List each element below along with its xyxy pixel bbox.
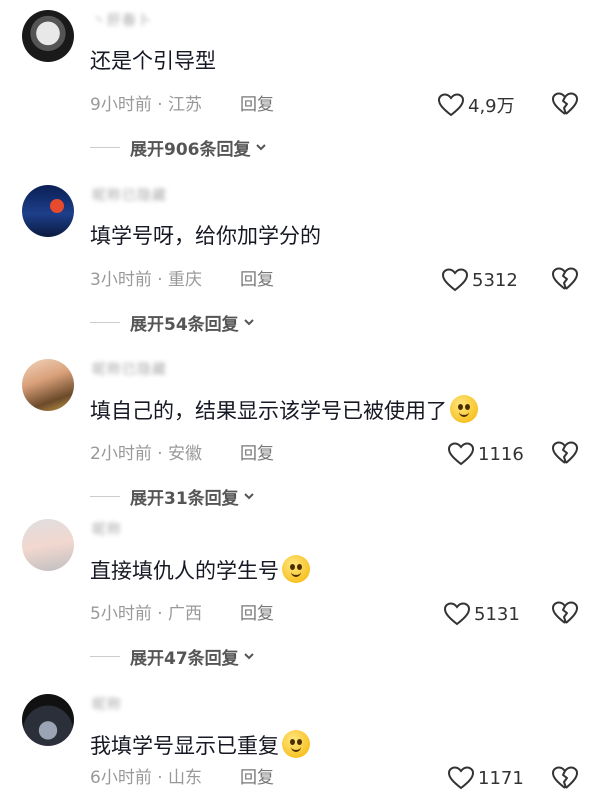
- like-button[interactable]: 5131: [444, 599, 520, 629]
- username[interactable]: 丶肝春卜: [92, 10, 152, 32]
- comment-time-location: 9小时前 · 江苏: [90, 95, 203, 115]
- expand-replies-button[interactable]: 展开47条回复: [90, 643, 255, 669]
- expand-replies-label: 展开47条回复: [130, 648, 239, 669]
- comment-item: 昵称已隐藏 填自己的，结果显示该学号已被使用了 2小时前 · 安徽 回复 111…: [0, 359, 591, 529]
- emoji-mouth: [459, 412, 469, 417]
- broken-heart-icon[interactable]: [552, 441, 578, 465]
- divider: [90, 655, 120, 657]
- chevron-down-icon: [243, 493, 254, 500]
- avatar-sun-decor: [50, 199, 64, 213]
- reply-button[interactable]: 回复: [240, 602, 274, 626]
- username[interactable]: 昵称已隐藏: [92, 359, 167, 381]
- hands-over-mouth-emoji: [282, 555, 310, 583]
- reply-button[interactable]: 回复: [240, 268, 274, 292]
- like-count: 5312: [472, 269, 518, 291]
- comment-text: 我填学号显示已重复: [90, 730, 310, 761]
- like-button[interactable]: 5312: [442, 265, 518, 295]
- expand-replies-button[interactable]: 展开31条回复: [90, 483, 255, 509]
- like-count: 1116: [478, 443, 524, 465]
- comment-text-body: 直接填仇人的学生号: [90, 559, 279, 583]
- comment-text: 还是个引导型: [90, 46, 216, 76]
- heart-outline-icon: [448, 766, 474, 790]
- like-count: 5131: [474, 603, 520, 625]
- emoji-mouth: [291, 747, 301, 752]
- avatar[interactable]: [22, 519, 74, 571]
- avatar[interactable]: [22, 185, 74, 237]
- divider: [90, 146, 120, 148]
- username[interactable]: 昵称已隐藏: [92, 185, 167, 207]
- expand-replies-button[interactable]: 展开906条回复: [90, 134, 267, 160]
- comment-text: 填自己的，结果显示该学号已被使用了: [90, 395, 478, 426]
- comment-item: 昵称 我填学号显示已重复 6小时前 · 山东 回复 1171: [0, 694, 591, 800]
- emoji-mouth: [291, 572, 301, 577]
- expand-replies-label: 展开906条回复: [130, 139, 251, 160]
- comment-text: 填学号呀，给你加学分的: [90, 221, 321, 251]
- heart-outline-icon: [442, 268, 468, 292]
- like-button[interactable]: 1171: [448, 763, 524, 793]
- comment-text-body: 还是个引导型: [90, 49, 216, 73]
- avatar[interactable]: [22, 359, 74, 411]
- reply-button[interactable]: 回复: [240, 93, 274, 117]
- comment-time-location: 6小时前 · 山东: [90, 768, 203, 788]
- comment-time-location: 5小时前 · 广西: [90, 604, 203, 624]
- comment-time-location: 3小时前 · 重庆: [90, 270, 203, 290]
- broken-heart-icon[interactable]: [552, 92, 578, 116]
- avatar[interactable]: [22, 694, 74, 746]
- reply-button[interactable]: 回复: [240, 766, 274, 790]
- comment-item: 丶肝春卜 还是个引导型 9小时前 · 江苏 回复 4,9万 展开906条回复: [0, 10, 591, 180]
- like-button[interactable]: 4,9万: [438, 90, 515, 120]
- chevron-down-icon: [255, 144, 266, 151]
- expand-replies-label: 展开54条回复: [130, 314, 239, 335]
- chevron-down-icon: [243, 319, 254, 326]
- smile-emoji: [450, 395, 478, 423]
- smile-emoji: [282, 730, 310, 758]
- comment-text: 直接填仇人的学生号: [90, 555, 310, 586]
- comment-time-location: 2小时前 · 安徽: [90, 444, 203, 464]
- comment-item: 昵称 直接填仇人的学生号 5小时前 · 广西 回复 5131 展开47条回复: [0, 519, 591, 689]
- broken-heart-icon[interactable]: [552, 267, 578, 291]
- reply-button[interactable]: 回复: [240, 442, 274, 466]
- divider: [90, 321, 120, 323]
- chevron-down-icon: [243, 653, 254, 660]
- heart-outline-icon: [444, 602, 470, 626]
- heart-outline-icon: [438, 93, 464, 117]
- comment-text-body: 填学号呀，给你加学分的: [90, 224, 321, 248]
- divider: [90, 495, 120, 497]
- expand-replies-label: 展开31条回复: [130, 488, 239, 509]
- like-button[interactable]: 1116: [448, 439, 524, 469]
- broken-heart-icon[interactable]: [552, 601, 578, 625]
- like-count: 1171: [478, 767, 524, 789]
- comment-item: 昵称已隐藏 填学号呀，给你加学分的 3小时前 · 重庆 回复 5312 展开54…: [0, 185, 591, 355]
- comment-text-body: 填自己的，结果显示该学号已被使用了: [90, 399, 447, 423]
- username[interactable]: 昵称: [92, 519, 122, 541]
- comment-text-body: 我填学号显示已重复: [90, 734, 279, 758]
- broken-heart-icon[interactable]: [552, 766, 578, 790]
- avatar[interactable]: [22, 10, 74, 62]
- heart-outline-icon: [448, 442, 474, 466]
- expand-replies-button[interactable]: 展开54条回复: [90, 309, 255, 335]
- like-count: 4,9万: [468, 96, 515, 117]
- username[interactable]: 昵称: [92, 694, 122, 716]
